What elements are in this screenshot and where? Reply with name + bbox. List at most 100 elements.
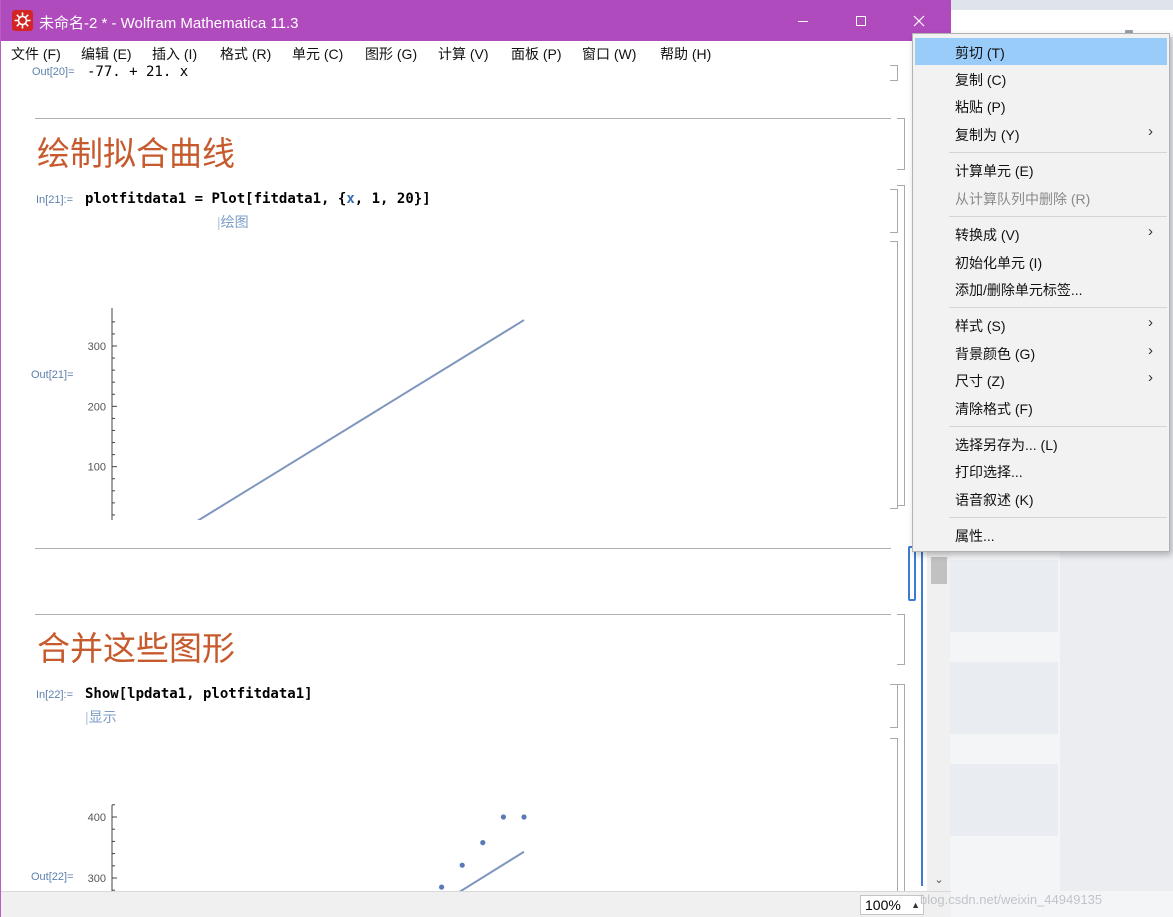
menu-separator [949, 152, 1167, 153]
data-point [459, 862, 465, 868]
ctx-label: 语音叙述 (K) [955, 492, 1034, 508]
in21-hint[interactable]: |绘图 [217, 212, 249, 232]
ctx-print-selection[interactable]: 打印选择... [915, 457, 1167, 484]
ctx-label: 计算单元 (E) [955, 163, 1034, 179]
ctx-copy-as[interactable]: 复制为 (Y) › [915, 120, 1167, 147]
group-bracket[interactable] [897, 185, 905, 506]
ctx-label: 复制为 (Y) [955, 127, 1020, 143]
menu-format[interactable]: 格式 (R) [220, 44, 271, 64]
in22-code[interactable]: Show[lpdata1, plotfitdata1] [85, 686, 313, 702]
desktop-card [950, 764, 1058, 836]
ctx-evaluate-cell[interactable]: 计算单元 (E) [915, 156, 1167, 183]
y-tick-label: 300 [88, 873, 106, 885]
code-x: x [346, 191, 355, 207]
ctx-label: 尺寸 (Z) [955, 373, 1005, 389]
in21-code[interactable]: plotfitdata1 = Plot[fitdata1, {x, 1, 20}… [85, 191, 431, 207]
code-args: , 1, 20}] [354, 191, 431, 207]
cell-bracket[interactable] [890, 241, 898, 509]
zoom-selector[interactable]: 100% ▲ [860, 895, 924, 915]
menu-graphics[interactable]: 图形 (G) [365, 44, 417, 64]
minimize-icon [798, 20, 808, 22]
menu-separator [949, 307, 1167, 308]
menu-window[interactable]: 窗口 (W) [582, 44, 636, 64]
menu-bar: 文件 (F) 编辑 (E) 插入 (I) 格式 (R) 单元 (C) 图形 (G… [1, 41, 951, 65]
menu-separator [949, 216, 1167, 217]
ctx-remove-from-queue: 从计算队列中删除 (R) [915, 184, 1167, 211]
ctx-cut[interactable]: 剪切 (T) [915, 38, 1167, 65]
ctx-style[interactable]: 样式 (S) › [915, 311, 1167, 338]
scroll-down-icon[interactable]: ⌄ [931, 873, 947, 889]
chevron-right-icon: › [1148, 342, 1153, 359]
ctx-size[interactable]: 尺寸 (Z) › [915, 366, 1167, 393]
ctx-paste[interactable]: 粘贴 (P) [915, 92, 1167, 119]
section-bracket[interactable] [897, 118, 905, 170]
section-divider [35, 548, 891, 549]
y-tick-label: 300 [88, 341, 106, 353]
cell-bracket[interactable] [890, 738, 898, 891]
ctx-convert-to[interactable]: 转换成 (V) › [915, 220, 1167, 247]
cell-bracket[interactable] [890, 65, 898, 81]
data-point [480, 840, 486, 846]
notebook-area[interactable]: Out[20]= -77. + 21. x 绘制拟合曲线 In[21]:= pl… [1, 65, 927, 891]
menu-separator [949, 517, 1167, 518]
combined-plot[interactable]: 200300400 [71, 730, 551, 891]
chevron-up-icon: ▲ [911, 900, 920, 910]
chevron-right-icon: › [1148, 123, 1153, 140]
section-divider [35, 118, 891, 119]
menu-edit[interactable]: 编辑 (E) [81, 44, 132, 64]
ctx-save-selection-as[interactable]: 选择另存为... (L) [915, 430, 1167, 457]
menu-palettes[interactable]: 面板 (P) [511, 44, 562, 64]
menu-separator [949, 426, 1167, 427]
maximize-button[interactable] [832, 0, 890, 41]
ctx-label: 粘贴 (P) [955, 99, 1006, 115]
ctx-cell-tags[interactable]: 添加/删除单元标签... [915, 275, 1167, 302]
chevron-right-icon: › [1148, 369, 1153, 386]
menu-insert[interactable]: 插入 (I) [152, 44, 197, 64]
ctx-label: 添加/删除单元标签... [955, 282, 1083, 298]
section-bracket[interactable] [897, 614, 905, 665]
ctx-speak[interactable]: 语音叙述 (K) [915, 485, 1167, 512]
group-bracket[interactable] [897, 684, 905, 891]
menu-evaluation[interactable]: 计算 (V) [438, 44, 489, 64]
mathematica-window: 未命名-2 * - Wolfram Mathematica 11.3 文件 (F… [0, 0, 951, 917]
ctx-label: 清除格式 (F) [955, 401, 1033, 417]
status-bar: 100% ▲ [1, 891, 951, 917]
data-point [500, 814, 506, 820]
ctx-background-color[interactable]: 背景颜色 (G) › [915, 339, 1167, 366]
hint-text: 显示 [88, 709, 117, 725]
ctx-label: 背景颜色 (G) [955, 346, 1036, 362]
hint-text: 绘图 [220, 214, 249, 230]
code-args: [lpdata1, plotfitdata1] [118, 686, 313, 702]
fit-curve-plot[interactable]: 5101520100200300 [71, 235, 551, 520]
minimize-button[interactable] [774, 0, 832, 41]
out20-value: -77. + 21. x [87, 65, 189, 80]
mathematica-app-icon[interactable] [12, 10, 33, 31]
scrollbar-thumb[interactable] [931, 557, 947, 584]
in22-hint[interactable]: |显示 [85, 707, 117, 727]
close-icon [913, 15, 925, 26]
ctx-label: 转换成 (V) [955, 227, 1020, 243]
title-bar[interactable]: 未命名-2 * - Wolfram Mathematica 11.3 [1, 0, 951, 41]
menu-file[interactable]: 文件 (F) [11, 44, 61, 64]
ctx-label: 复制 (C) [955, 72, 1007, 88]
watermark-text: blog.csdn.net/weixin_44949135 [920, 892, 1103, 907]
cell-selection-marker[interactable] [908, 546, 916, 601]
menu-help[interactable]: 帮助 (H) [660, 44, 711, 64]
window-title: 未命名-2 * - Wolfram Mathematica 11.3 [39, 15, 299, 32]
section-title-fit-curve: 绘制拟合曲线 [37, 134, 235, 173]
desktop-card [950, 662, 1058, 734]
y-tick-label: 400 [88, 812, 106, 824]
code-args: [fitdata1, { [245, 191, 347, 207]
maximize-icon [856, 15, 866, 26]
code-var: plotfitdata1 [85, 191, 187, 207]
desktop-strip [950, 0, 1173, 10]
ctx-copy[interactable]: 复制 (C) [915, 65, 1167, 92]
in21-label: In[21]:= [36, 194, 74, 206]
ctx-initialization-cell[interactable]: 初始化单元 (I) [915, 248, 1167, 275]
ctx-properties[interactable]: 属性... [915, 521, 1167, 548]
ctx-label: 选择另存为... (L) [955, 437, 1058, 453]
menu-cell[interactable]: 单元 (C) [292, 44, 343, 64]
ctx-label: 从计算队列中删除 (R) [955, 191, 1091, 207]
ctx-label: 打印选择... [955, 464, 1023, 480]
ctx-clear-formatting[interactable]: 清除格式 (F) [915, 394, 1167, 421]
